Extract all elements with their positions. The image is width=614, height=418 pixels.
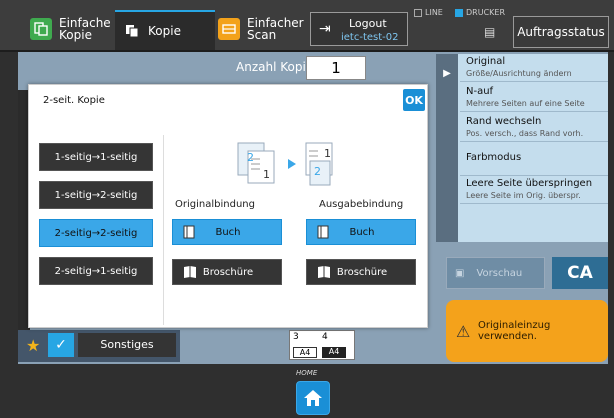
alert-text-line1: Originaleinzug [478,320,551,331]
original-book-label: Buch [215,227,241,238]
alert-text-line2: verwenden. [478,331,537,342]
tab-copy-label: Kopie [148,24,181,38]
func-margin-shift-title: Rand wechseln [466,116,542,127]
clear-all-button[interactable]: CA [552,257,608,289]
mode-1to2-button[interactable]: 1-seitig→2-seitig [39,181,153,209]
printer-indicator: DRUCKER [455,8,505,17]
tab-easy-scan[interactable]: Einfacher Scan [218,10,304,48]
preview-label: Vorschau [476,267,523,279]
favorite-star-icon[interactable]: ★ [26,336,40,355]
dialog-divider [163,135,164,325]
mode-2to1-label: 2-seitig→1-seitig [54,265,138,277]
printer-label: DRUCKER [466,8,506,17]
func-skip-blank-title: Leere Seite überspringen [466,178,593,189]
func-color-mode-title: Farbmodus [466,152,522,163]
top-bar: Einfache Kopie Kopie Einfacher Scan ⇥ Lo… [0,0,614,52]
copy-screen: Einfache Kopie Kopie Einfacher Scan ⇥ Lo… [0,0,614,418]
logout-icon: ⇥ [319,21,331,37]
dialog-title: 2-seit. Kopie [43,95,105,106]
output-binding-label: Ausgabebindung [319,199,404,210]
func-original[interactable]: Original Größe/Ausrichtung ändern [460,54,608,82]
logout-user: ietc-test-02 [341,32,399,43]
easy-copy-icon [30,18,52,40]
tray-4-number: 4 [322,332,328,342]
func-n-up[interactable]: N-auf Mehrere Seiten auf eine Seite [460,84,608,112]
line-indicator: LINE [414,8,443,17]
func-n-up-subtitle: Mehrere Seiten auf eine Seite [466,99,585,108]
right-function-panel: ▶ Original Größe/Ausrichtung ändern N-au… [436,54,608,242]
mode-2to2-button[interactable]: 2-seitig→2-seitig [39,219,153,247]
illus-front-number: 2 [247,151,254,164]
printer-status-icon [455,8,463,17]
job-status-label: Auftragsstatus [517,25,605,39]
tray-4-size: A4 [322,347,346,358]
ok-button[interactable]: OK [403,89,425,111]
func-original-subtitle: Größe/Ausrichtung ändern [466,69,572,78]
func-margin-shift[interactable]: Rand wechseln Pos. versch., dass Rand vo… [460,114,608,142]
original-brochure-label: Broschüre [202,267,254,278]
func-color-mode[interactable]: Farbmodus [460,144,608,176]
func-margin-shift-subtitle: Pos. versch., dass Rand vorh. [466,129,584,138]
clear-all-label: CA [567,263,593,283]
mode-1to2-label: 1-seitig→2-seitig [54,189,138,201]
func-n-up-title: N-auf [466,86,494,97]
mode-2to1-button[interactable]: 2-seitig→1-seitig [39,257,153,285]
ok-label: OK [405,93,423,107]
easy-scan-icon [218,18,240,40]
output-brochure-button[interactable]: Broschüre [306,259,416,285]
duplex-illustration: 2 1 1 2 [237,142,333,186]
logout-button[interactable]: ⇥ Logout ietc-test-02 [310,12,408,46]
line-label: LINE [425,8,443,17]
panel-toggle-icon[interactable]: ▶ [436,54,458,242]
logout-label: Logout [349,17,387,30]
func-skip-blank[interactable]: Leere Seite überspringen Leere Seite im … [460,176,608,204]
func-original-title: Original [466,56,506,67]
preview-button[interactable]: ▣ Vorschau [446,257,545,289]
tab-easy-copy[interactable]: Einfache Kopie [30,10,111,48]
tray-3-size: A4 [293,347,317,358]
tab-copy[interactable]: Kopie [115,10,215,50]
home-icon [304,390,322,406]
output-book-label: Buch [349,227,375,238]
other-button[interactable]: Sonstiges [78,333,176,357]
paper-tray-indicator: 3 4 A4 A4 [289,330,355,360]
tab-easy-scan-line2: Scan [247,28,277,42]
func-skip-blank-subtitle: Leere Seite im Orig. überspr. [466,191,581,200]
output-book-button[interactable]: Buch [306,219,416,245]
tray-3-number: 3 [293,332,299,342]
mode-1to1-label: 1-seitig→1-seitig [54,151,138,163]
printer-icon: ▤ [484,25,496,39]
copy-icon [123,20,141,42]
original-brochure-button[interactable]: Broschüre [172,259,282,285]
illus-out-front-number: 1 [324,147,331,160]
feeder-alert[interactable]: ⚠ Originaleinzug verwenden. [446,300,608,362]
warning-icon: ⚠ [456,322,471,341]
illus-arrow-icon [288,159,296,169]
job-status-button[interactable]: Auftragsstatus [513,16,609,48]
illus-out-back-number: 2 [314,165,321,178]
mode-1to1-button[interactable]: 1-seitig→1-seitig [39,143,153,171]
illus-back-number: 1 [263,168,270,181]
tab-easy-copy-line2: Kopie [59,28,92,42]
copies-input[interactable]: 1 [306,56,366,80]
mode-2to2-label: 2-seitig→2-seitig [54,227,138,239]
home-label: HOME [296,369,318,377]
duplex-copy-dialog: 2-seit. Kopie OK 1-seitig→1-seitig 1-sei… [28,84,428,328]
other-label: Sonstiges [100,338,154,351]
line-status-icon [414,8,422,17]
home-button[interactable] [296,381,330,415]
check-icon[interactable]: ✓ [48,333,74,357]
output-brochure-label: Broschüre [336,267,388,278]
original-binding-label: Originalbindung [175,199,255,210]
original-book-button[interactable]: Buch [172,219,282,245]
preview-icon: ▣ [455,267,465,279]
